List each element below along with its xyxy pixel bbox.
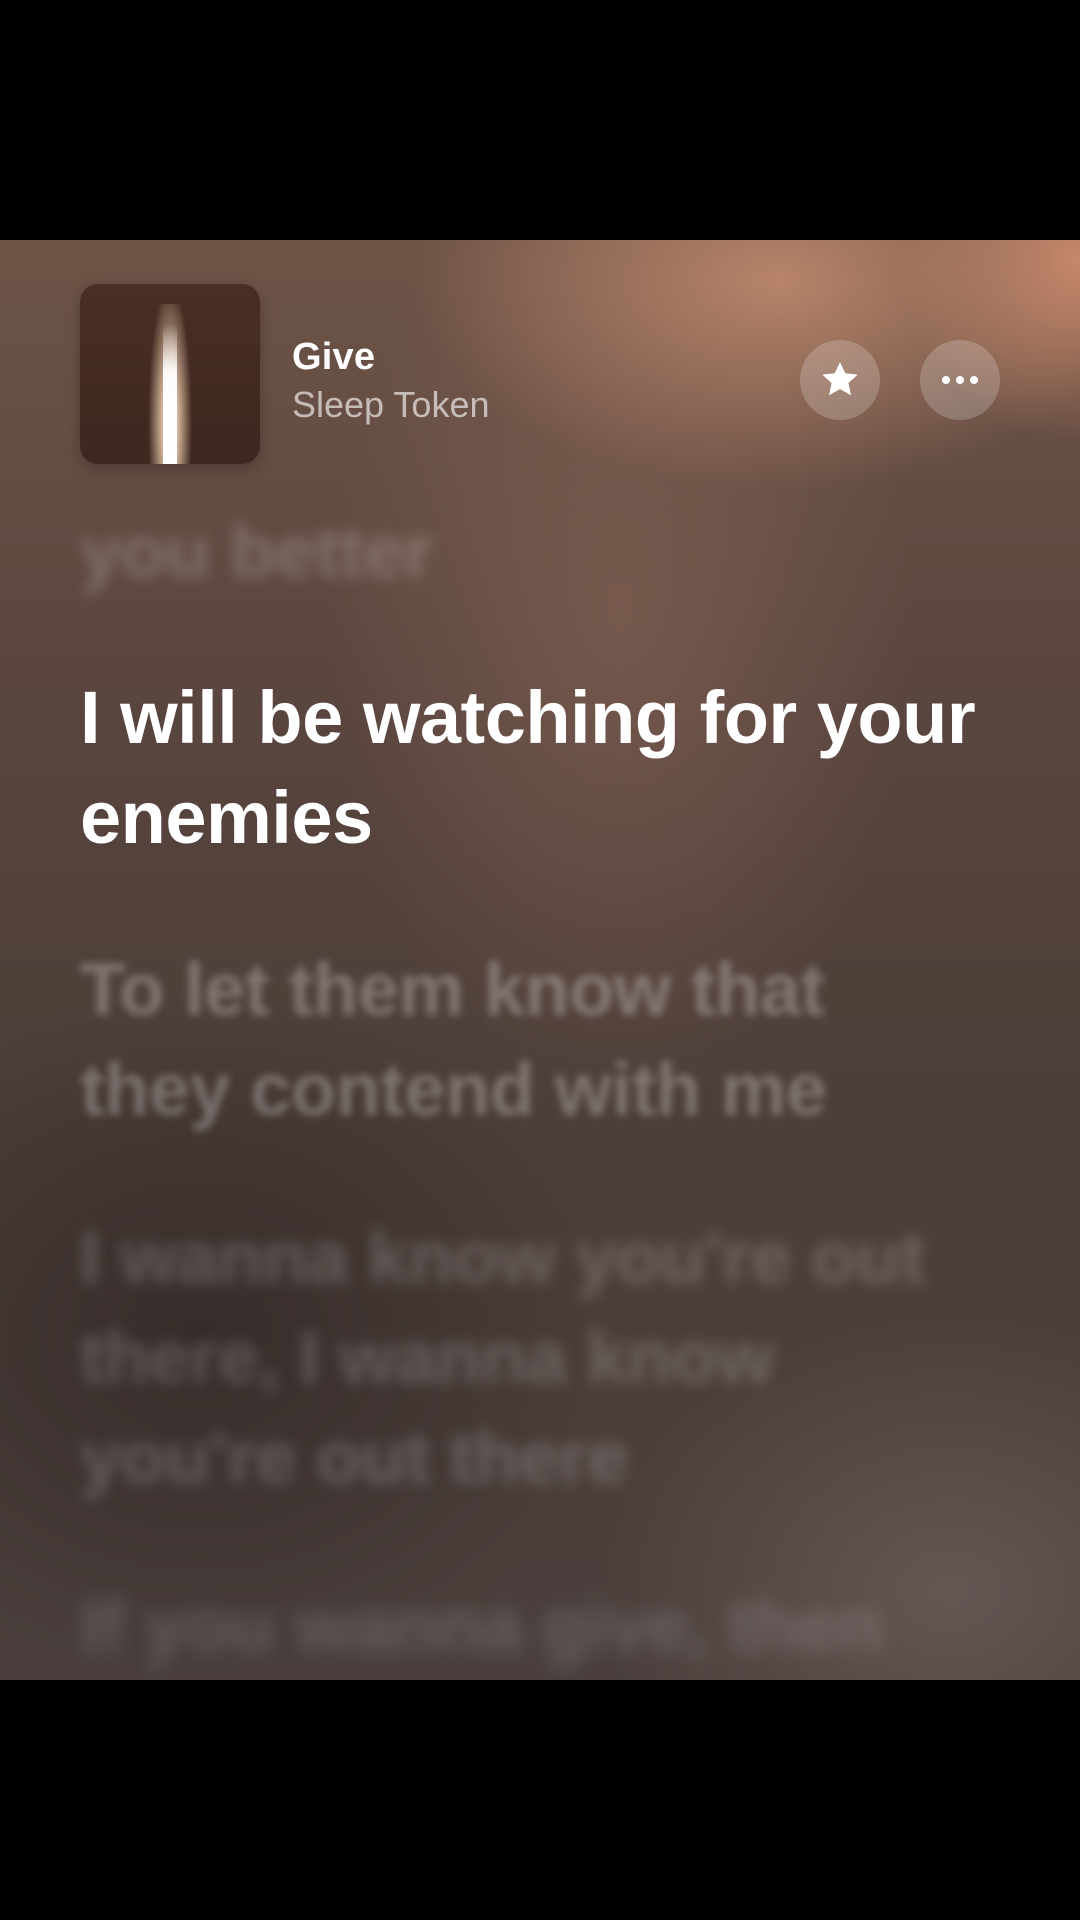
lyric-line-upcoming[interactable]: To let them know that they contend with …: [80, 940, 980, 1140]
lyric-line-previous[interactable]: you better: [80, 502, 980, 602]
track-artist[interactable]: Sleep Token: [292, 384, 490, 426]
ellipsis-icon: [942, 376, 978, 384]
lyric-line-upcoming[interactable]: If you wanna give, then: [80, 1576, 980, 1676]
artwork-light-core: [163, 324, 177, 464]
track-title[interactable]: Give: [292, 336, 375, 379]
album-artwork[interactable]: [80, 284, 260, 464]
star-icon: [822, 361, 858, 396]
screen: Give Sleep Token you better I will be wa…: [0, 0, 1080, 1920]
lyric-line-upcoming[interactable]: I wanna know you're out there, I wanna k…: [80, 1208, 980, 1508]
lyric-line-current[interactable]: I will be watching for your enemies: [80, 668, 980, 868]
more-options-button[interactable]: [920, 340, 1000, 420]
favorite-button[interactable]: [800, 340, 880, 420]
lyrics-player: Give Sleep Token you better I will be wa…: [0, 240, 1080, 1680]
